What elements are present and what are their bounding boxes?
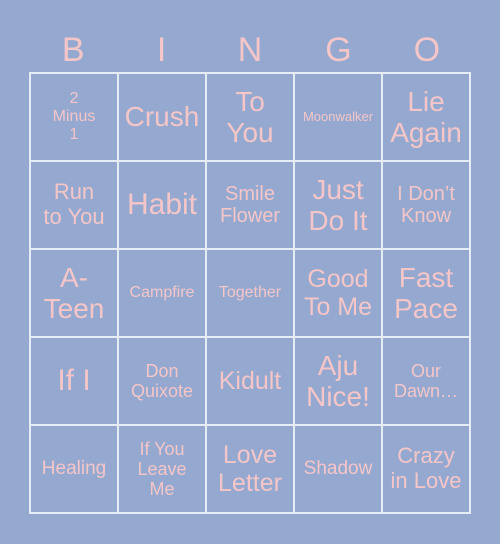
bingo-cell[interactable]: Healing: [30, 425, 118, 513]
bingo-cell[interactable]: Moonwalker: [294, 73, 382, 161]
bingo-cell[interactable]: I Don’t Know: [382, 161, 470, 249]
bingo-cell[interactable]: Love Letter: [206, 425, 294, 513]
bingo-cell[interactable]: Kidult: [206, 337, 294, 425]
bingo-cell[interactable]: Smile Flower: [206, 161, 294, 249]
bingo-cell[interactable]: Fast Pace: [382, 249, 470, 337]
bingo-cell[interactable]: If You Leave Me: [118, 425, 206, 513]
bingo-cell[interactable]: A- Teen: [30, 249, 118, 337]
bingo-cell[interactable]: 2 Minus 1: [30, 73, 118, 161]
bingo-cell[interactable]: Just Do It: [294, 161, 382, 249]
bingo-cell[interactable]: Shadow: [294, 425, 382, 513]
header-letter-o: O: [413, 31, 441, 69]
bingo-cell[interactable]: Our Dawn…: [382, 337, 470, 425]
header-letter-i: I: [156, 31, 167, 69]
bingo-cell[interactable]: Aju Nice!: [294, 337, 382, 425]
bingo-cell[interactable]: Don Quixote: [118, 337, 206, 425]
header-letter-b: B: [61, 31, 85, 69]
bingo-cell[interactable]: To You: [206, 73, 294, 161]
bingo-header: B I N G O: [29, 28, 471, 72]
bingo-cell[interactable]: Campfire: [118, 249, 206, 337]
bingo-cell[interactable]: Lie Again: [382, 73, 470, 161]
bingo-cell[interactable]: Together: [206, 249, 294, 337]
header-letter-g: G: [325, 31, 352, 69]
bingo-cell[interactable]: Crush: [118, 73, 206, 161]
header-letter-n: N: [237, 31, 263, 69]
bingo-grid: 2 Minus 1 Crush To You Moonwalker Lie Again …: [29, 72, 471, 514]
bingo-cell[interactable]: Run to You: [30, 161, 118, 249]
bingo-cell[interactable]: Crazy in Love: [382, 425, 470, 513]
bingo-cell[interactable]: If I: [30, 337, 118, 425]
bingo-cell[interactable]: Habit: [118, 161, 206, 249]
bingo-cell[interactable]: Good To Me: [294, 249, 382, 337]
